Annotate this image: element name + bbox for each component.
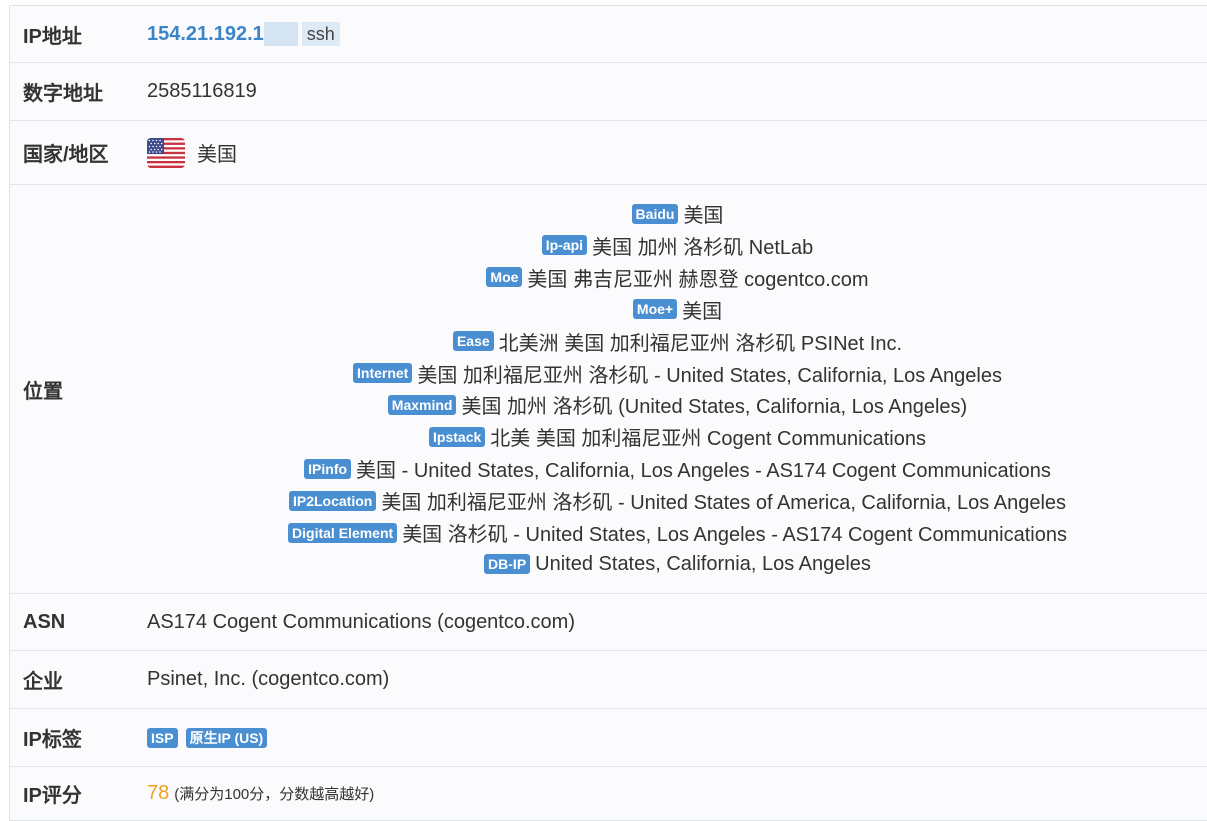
row-country: 国家/地区 美国 — [10, 121, 1207, 185]
location-entry: Maxmind 美国 加州 洛杉矶 (United States, Califo… — [387, 389, 968, 421]
ssh-button[interactable]: ssh — [301, 22, 340, 46]
location-text: 美国 加州 洛杉矶 (United States, California, Lo… — [461, 396, 968, 419]
asn-label: ASN — [23, 610, 66, 633]
row-ip-tags: IP标签 ISP 原生IP (US) — [10, 709, 1207, 767]
numeric-address-value: 2585116819 — [147, 80, 257, 102]
row-location: 位置 Baidu 美国 Ip-api 美国 加州 洛杉矶 NetLab Moe … — [10, 185, 1207, 594]
row-ip-score: IP评分 78 (满分为100分，分数越高越好) — [10, 767, 1207, 820]
source-badge-db-ip: DB-IP — [484, 554, 531, 575]
ip-redaction-mask — [263, 22, 298, 46]
location-label: 位置 — [23, 380, 63, 403]
source-badge-maxmind: Maxmind — [387, 394, 457, 415]
location-text: United States, California, Los Angeles — [535, 552, 871, 575]
organization-value: Psinet, Inc. (cogentco.com) — [147, 668, 390, 690]
location-entry: Baidu 美国 — [631, 198, 724, 230]
location-entry: Ease 北美洲 美国 加利福尼亚州 洛杉矶 PSINet Inc. — [452, 325, 903, 357]
tag-native-ip: 原生IP (US) — [185, 727, 268, 748]
location-text: 美国 弗吉尼亚州 赫恩登 cogentco.com — [527, 268, 869, 291]
ip-score-cell: 78 (满分为100分，分数越高越好) — [147, 767, 1207, 820]
location-entry: IP2Location 美国 加利福尼亚州 洛杉矶 - United State… — [288, 485, 1067, 517]
location-text: 美国 — [682, 300, 723, 323]
country-label: 国家/地区 — [23, 144, 109, 166]
location-entry: DB-IP United States, California, Los Ang… — [484, 548, 871, 580]
location-text: 美国 加州 洛杉矶 NetLab — [592, 236, 814, 259]
location-list: Baidu 美国 Ip-api 美国 加州 洛杉矶 NetLab Moe 美国 … — [147, 185, 1207, 593]
location-text: 美国 加利福尼亚州 洛杉矶 - United States, Californi… — [417, 364, 1002, 387]
location-text: 美国 洛杉矶 - United States, Los Angeles - AS… — [402, 524, 1067, 546]
row-numeric-address: 数字地址 2585116819 — [10, 63, 1207, 121]
source-badge-ease: Ease — [452, 331, 494, 352]
ip-score-label: IP评分 — [23, 785, 82, 807]
source-badge-baidu: Baidu — [631, 203, 679, 224]
location-entry: Ip-api 美国 加州 洛杉矶 NetLab — [541, 230, 814, 262]
ip-info-table: IP地址 154.21.192.1 ssh 数字地址 2585116819 国家… — [9, 5, 1207, 821]
row-ip-address: IP地址 154.21.192.1 ssh — [10, 6, 1207, 63]
organization-label: 企业 — [23, 671, 63, 693]
row-asn: ASN AS174 Cogent Communications (cogentc… — [10, 594, 1207, 651]
country-value: 美国 — [197, 144, 237, 166]
location-text: 北美 美国 加利福尼亚州 Cogent Communications — [490, 428, 926, 451]
numeric-address-label: 数字地址 — [23, 83, 103, 105]
ip-tags-label: IP标签 — [23, 729, 82, 751]
ip-address-value: 154.21.192.1 ssh — [147, 6, 1207, 62]
row-organization: 企业 Psinet, Inc. (cogentco.com) — [10, 651, 1207, 709]
location-text: 美国 - United States, California, Los Ange… — [356, 460, 1051, 483]
ip-address-link[interactable]: 154.21.192.1 — [147, 23, 264, 46]
location-entry: Moe+ 美国 — [632, 293, 723, 325]
source-badge-ipstack: Ipstack — [429, 426, 486, 447]
source-badge-digital-element: Digital Element — [288, 522, 398, 543]
source-badge-moe-plus: Moe+ — [632, 299, 678, 320]
ip-score-value: 78 — [147, 782, 170, 804]
source-badge-moe: Moe — [486, 267, 523, 288]
ip-tags-list: ISP 原生IP (US) — [147, 709, 1207, 766]
location-text: 北美洲 美国 加利福尼亚州 洛杉矶 PSINet Inc. — [498, 332, 903, 355]
us-flag-icon — [147, 137, 185, 168]
source-badge-ip2location: IP2Location — [288, 490, 377, 511]
ip-address-label: IP地址 — [23, 25, 82, 48]
source-badge-ip-api: Ip-api — [541, 235, 588, 256]
country-value-cell: 美国 — [147, 121, 1207, 184]
tag-isp: ISP — [147, 727, 178, 748]
location-entry: Ipstack 北美 美国 加利福尼亚州 Cogent Communicatio… — [429, 421, 926, 453]
location-entry: Moe 美国 弗吉尼亚州 赫恩登 cogentco.com — [486, 261, 869, 293]
location-entry: IPinfo 美国 - United States, California, L… — [304, 453, 1051, 485]
asn-value: AS174 Cogent Communications (cogentco.co… — [147, 610, 575, 633]
location-text: 美国 — [683, 205, 724, 228]
source-badge-internet: Internet — [353, 363, 413, 384]
location-entry: Internet 美国 加利福尼亚州 洛杉矶 - United States, … — [353, 357, 1002, 389]
location-text: 美国 加利福尼亚州 洛杉矶 - United States of America… — [381, 492, 1067, 515]
source-badge-ipinfo: IPinfo — [304, 458, 352, 479]
ip-score-note: (满分为100分，分数越高越好) — [174, 786, 375, 803]
location-entry: Digital Element 美国 洛杉矶 - United States, … — [288, 517, 1067, 549]
